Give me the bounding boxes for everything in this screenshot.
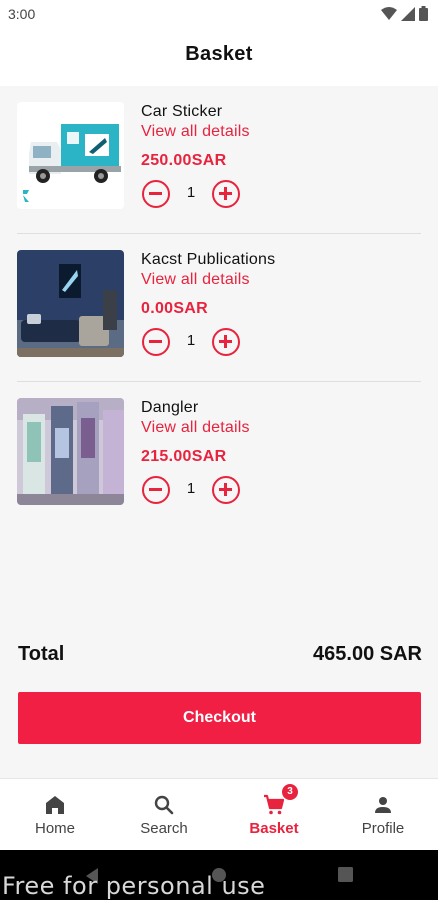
view-details-link[interactable]: View all details (141, 271, 250, 289)
item-name: Car Sticker (141, 103, 223, 120)
nav-label: Basket (249, 820, 299, 837)
home-icon (46, 796, 64, 814)
status-bar: 3:00 (0, 0, 438, 30)
item-name: Dangler (141, 399, 199, 416)
checkout-button[interactable]: Checkout (18, 692, 421, 744)
item-price: 0.00SAR (141, 300, 209, 317)
total-value: 465.00 SAR (313, 643, 422, 665)
item-name: Kacst Publications (141, 251, 276, 268)
header: Basket (0, 30, 438, 86)
page-title: Basket (185, 43, 253, 65)
nav-item-home[interactable]: Home (0, 779, 110, 851)
watermark-text: Free for personal use (2, 872, 266, 900)
decrease-quantity-button[interactable] (142, 180, 170, 208)
quantity-value: 1 (186, 184, 196, 201)
view-details-link[interactable]: View all details (141, 419, 250, 437)
quantity-stepper: 1 (141, 476, 241, 504)
basket-item: Kacst Publications View all details 0.00… (0, 234, 438, 382)
decrease-quantity-button[interactable] (142, 476, 170, 504)
total-label: Total (18, 643, 65, 665)
product-image-dangler (17, 398, 124, 505)
nav-label: Profile (361, 820, 405, 837)
view-details-link[interactable]: View all details (141, 123, 250, 141)
status-icons (381, 6, 428, 21)
basket-items: Car Sticker View all details 250.00SAR 1 (0, 86, 438, 530)
decrease-quantity-button[interactable] (142, 328, 170, 356)
nav-item-profile[interactable]: Profile (328, 779, 438, 851)
product-image-car-sticker (17, 102, 124, 209)
bottom-nav: Home Search 3 Basket Profile (0, 778, 438, 850)
nav-label: Home (34, 820, 75, 837)
increase-quantity-button[interactable] (212, 328, 240, 356)
item-price: 250.00SAR (141, 152, 227, 169)
wifi-icon (381, 6, 397, 20)
basket-item: Car Sticker View all details 250.00SAR 1 (0, 86, 438, 234)
increase-quantity-button[interactable] (212, 476, 240, 504)
quantity-stepper: 1 (141, 180, 241, 208)
basket-count-badge: 3 (282, 784, 298, 800)
system-navigation-bar: Free for personal use (0, 850, 438, 900)
item-price: 215.00SAR (141, 448, 227, 465)
recents-icon[interactable] (338, 867, 353, 882)
cart-icon (264, 794, 285, 815)
quantity-stepper: 1 (141, 328, 241, 356)
increase-quantity-button[interactable] (212, 180, 240, 208)
quantity-value: 1 (186, 332, 196, 349)
nav-item-basket[interactable]: 3 Basket (219, 779, 329, 851)
person-icon (375, 797, 391, 813)
signal-icon (401, 6, 415, 21)
status-time: 3:00 (8, 6, 36, 22)
nav-label: Search (140, 820, 188, 837)
product-image-kacst-publications (17, 250, 124, 357)
quantity-value: 1 (186, 480, 196, 497)
search-icon (154, 795, 174, 815)
battery-icon (419, 6, 428, 21)
basket-item: Dangler View all details 215.00SAR 1 (0, 382, 438, 530)
total-row: Total 465.00 SAR (18, 643, 422, 669)
nav-item-search[interactable]: Search (109, 779, 219, 851)
